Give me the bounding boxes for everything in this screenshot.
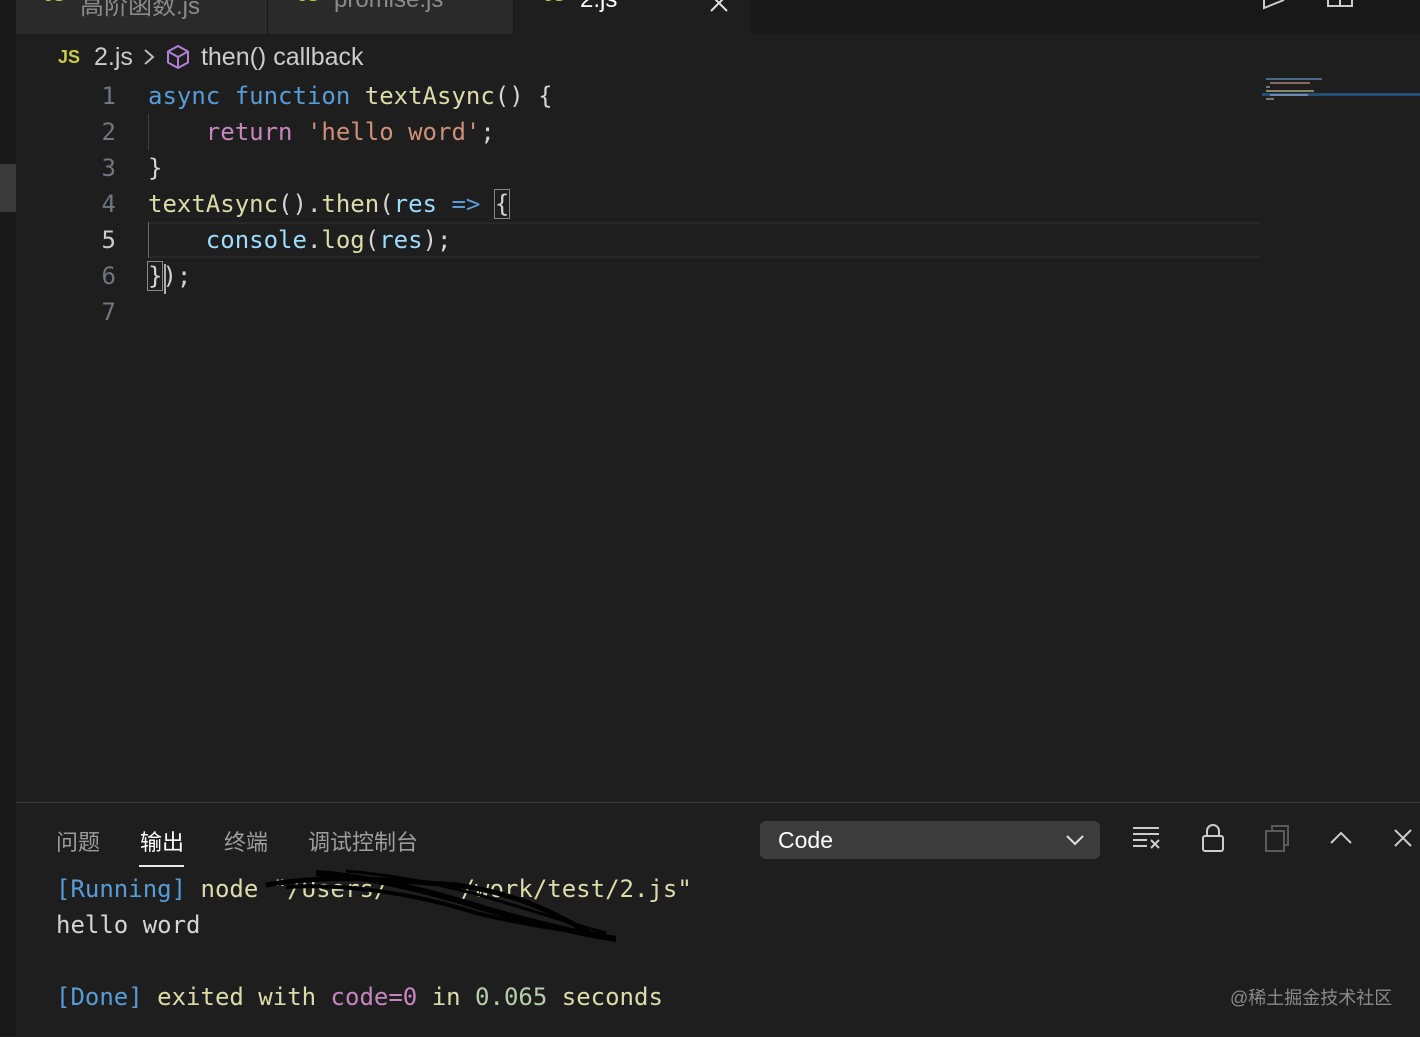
watermark: @稀土掘金技术社区: [1230, 988, 1393, 1008]
output-line-result: hello word: [56, 911, 201, 939]
minimap[interactable]: [1262, 76, 1420, 106]
code-token: (: [379, 190, 394, 218]
open-output-in-editor-icon[interactable]: [1260, 821, 1294, 855]
code-editor[interactable]: 1 async function textAsync() {2 return 'h…: [16, 76, 1260, 796]
code-token: () {: [494, 82, 553, 110]
tab-label: 2.js: [580, 0, 617, 14]
line-number: 6: [101, 262, 116, 290]
tab-promise[interactable]: JS promise.js: [268, 0, 514, 34]
code-token: ().: [278, 190, 322, 218]
line-number: 1: [101, 82, 116, 110]
redaction-scribble: [265, 869, 616, 942]
code-line[interactable]: }: [148, 150, 162, 186]
chevron-down-icon: [1066, 835, 1084, 846]
code-line[interactable]: console.log(res);: [148, 222, 452, 258]
line-number: 3: [101, 154, 116, 182]
code-token: textAsync: [364, 82, 495, 110]
breadcrumb-symbol[interactable]: then() callback: [201, 43, 364, 72]
tab-label: promise.js: [334, 0, 443, 14]
line-number: 5: [101, 226, 116, 254]
line-number: 7: [101, 298, 116, 326]
split-editor-icon[interactable]: [1326, 0, 1354, 14]
code-token: =>: [451, 190, 481, 218]
panel-tab-output[interactable]: 输出: [140, 825, 184, 857]
text-cursor: [164, 264, 166, 294]
output-panel: 问题 输出 终端 调试控制台 Code [Running] node "/Use…: [16, 802, 1420, 1037]
line-number: 2: [101, 118, 116, 146]
code-token: log: [321, 226, 365, 254]
code-token: 'hello word': [306, 118, 481, 146]
clear-output-icon[interactable]: [1130, 821, 1164, 855]
code-token: (: [364, 226, 380, 254]
code-token: textAsync: [148, 190, 279, 218]
chevron-right-icon: [143, 47, 155, 67]
code-token: }: [146, 261, 164, 291]
tab-2js[interactable]: JS 2.js: [514, 0, 752, 34]
output-channel-select[interactable]: Code: [760, 821, 1100, 859]
breadcrumb-file[interactable]: 2.js: [94, 43, 133, 72]
more-actions-icon[interactable]: [1388, 0, 1416, 14]
close-panel-icon[interactable]: [1386, 821, 1420, 855]
tab-gaojie-hanshu[interactable]: JS 高阶函数.js: [16, 0, 268, 34]
code-token: );: [422, 226, 452, 254]
code-token: {: [493, 189, 511, 219]
maximize-panel-icon[interactable]: [1324, 821, 1358, 855]
code-token: console: [205, 226, 307, 254]
panel-tab-terminal[interactable]: 终端: [224, 825, 268, 857]
duration-value: 0.065: [475, 983, 548, 1011]
lock-scroll-icon[interactable]: [1196, 821, 1230, 855]
code-token: function: [234, 82, 351, 110]
run-icon[interactable]: [1260, 0, 1288, 14]
method-cube-icon: [165, 44, 191, 70]
js-file-icon: JS: [44, 0, 65, 6]
code-line[interactable]: async function textAsync() {: [148, 78, 553, 114]
output-channel-value: Code: [778, 827, 833, 853]
tab-label: 高阶函数.js: [80, 0, 200, 20]
code-token: then: [321, 190, 380, 218]
output-line-done: [Done] exited with code=0 in 0.065 secon…: [56, 979, 663, 1015]
js-file-icon: JS: [298, 0, 319, 6]
code-token: async: [148, 82, 221, 110]
active-tab-indicator: [139, 865, 184, 867]
line-number: 4: [101, 190, 116, 218]
code-line[interactable]: });: [146, 258, 192, 294]
seconds-text: seconds: [547, 983, 663, 1011]
done-tag: [Done]: [56, 983, 143, 1011]
exit-text: exited with: [142, 983, 331, 1011]
js-file-icon: JS: [58, 46, 81, 67]
activity-bar: [0, 0, 16, 1036]
code-token: res: [379, 226, 423, 254]
code-token: }: [148, 154, 163, 182]
code-line[interactable]: return 'hello word';: [148, 114, 495, 150]
activity-bar-marker: [0, 164, 16, 212]
code-token: return: [205, 118, 293, 146]
running-tag: [Running]: [56, 875, 187, 903]
panel-tab-debug-console[interactable]: 调试控制台: [308, 825, 418, 857]
code-token: );: [162, 262, 192, 290]
code-line[interactable]: textAsync().then(res => {: [148, 186, 511, 222]
js-file-icon: JS: [544, 0, 565, 6]
breadcrumb: JS 2.js then() callback: [58, 40, 364, 74]
code-token: ;: [480, 118, 495, 146]
panel-tab-problems[interactable]: 问题: [56, 825, 100, 857]
code-token: res: [393, 190, 438, 218]
close-icon[interactable]: [708, 0, 730, 14]
code-token: .: [306, 226, 322, 254]
editor-tab-bar: JS 高阶函数.js JS promise.js JS 2.js: [16, 0, 1420, 34]
in-text: in: [417, 983, 476, 1011]
exit-code: code=0: [330, 983, 418, 1011]
